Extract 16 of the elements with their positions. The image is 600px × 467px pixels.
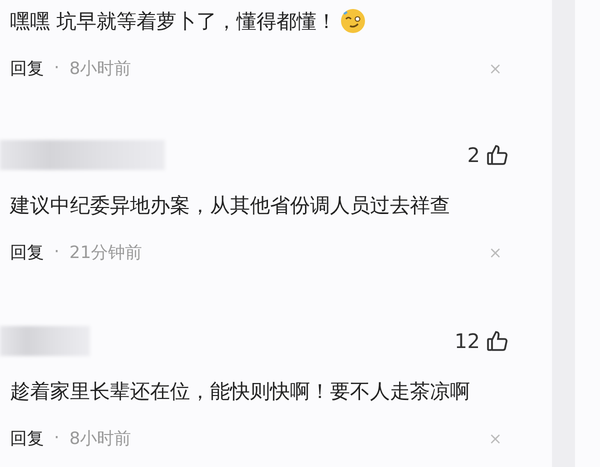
thumbs-up-icon[interactable] [486,330,508,352]
comment-time: 8小时前 [69,428,132,450]
comment-time: 21分钟前 [69,242,142,264]
reply-button[interactable]: 回复 [10,240,44,264]
comment-text: 建议中纪委异地办案，从其他省份调人员过去祥查 [10,192,450,218]
comment-time: 8小时前 [69,58,132,80]
like-count: 2 [467,143,480,167]
thumbs-up-icon[interactable] [486,144,508,166]
separator-dot: · [54,58,60,78]
like-count: 12 [454,329,480,353]
comment-text: 趁着家里长辈还在位，能快则快啊！要不人走茶凉啊 [10,378,470,404]
separator-dot: · [54,242,60,262]
comment-text: 嘿嘿 坑早就等着萝卜了，懂得都懂！ [10,8,336,34]
separator-dot: · [54,428,60,448]
reply-button[interactable]: 回复 [10,56,44,80]
reply-button[interactable]: 回复 [10,426,44,450]
